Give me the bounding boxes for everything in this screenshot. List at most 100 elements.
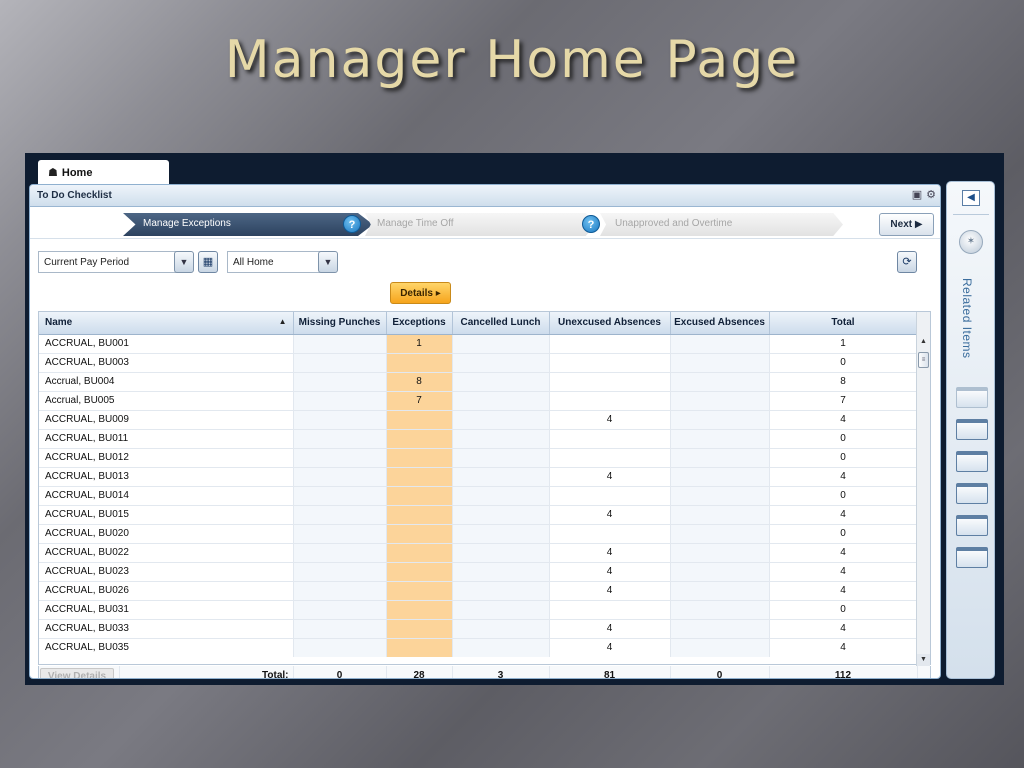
cell-excused-absences — [670, 581, 770, 601]
column-label: Name — [45, 317, 73, 329]
cell-total: 4 — [769, 581, 918, 601]
cell-total: 4 — [769, 619, 918, 639]
table-row[interactable]: ACCRUAL, BU009 4 4 — [39, 410, 918, 430]
cell-name: ACCRUAL, BU014 — [39, 486, 294, 506]
column-header-exceptions[interactable]: Exceptions — [386, 312, 453, 335]
table-row[interactable]: ACCRUAL, BU011 0 — [39, 429, 918, 449]
grid-header-row: Name ▲ Missing Punches Exceptions Cancell… — [39, 312, 918, 335]
tab-home-label: Home — [61, 167, 93, 179]
column-header-name[interactable]: Name ▲ — [39, 312, 294, 335]
cell-missing-punches — [293, 353, 387, 373]
cell-cancelled-lunch — [452, 467, 550, 487]
cell-total: 4 — [769, 410, 918, 430]
cell-missing-punches — [293, 372, 387, 392]
cell-unexcused-absences — [549, 334, 671, 354]
step-manage-time-off[interactable]: Manage Time Off — [365, 213, 595, 236]
cell-cancelled-lunch — [452, 581, 550, 601]
cell-cancelled-lunch — [452, 372, 550, 392]
column-header-total[interactable]: Total — [769, 312, 918, 335]
gear-icon[interactable]: ⚙ — [926, 189, 936, 201]
table-row[interactable]: ACCRUAL, BU031 0 — [39, 600, 918, 620]
cell-exceptions: 7 — [386, 391, 453, 411]
table-row[interactable]: ACCRUAL, BU015 4 4 — [39, 505, 918, 525]
column-header-excused-absences[interactable]: Excused Absences — [670, 312, 770, 335]
table-row[interactable]: ACCRUAL, BU013 4 4 — [39, 467, 918, 487]
next-button[interactable]: Next ▶ — [879, 213, 934, 236]
cell-missing-punches — [293, 429, 387, 449]
cell-name: ACCRUAL, BU031 — [39, 600, 294, 620]
cell-missing-punches — [293, 486, 387, 506]
pin-icon[interactable]: ◀ — [962, 190, 980, 206]
table-row[interactable]: ACCRUAL, BU022 4 4 — [39, 543, 918, 563]
help-icon[interactable]: ? — [582, 215, 600, 233]
cell-excused-absences — [670, 524, 770, 544]
total-unexcused-absences: 81 — [549, 666, 671, 678]
play-icon: ▶ — [914, 219, 923, 230]
cell-name: ACCRUAL, BU033 — [39, 619, 294, 639]
table-row[interactable]: ACCRUAL, BU033 4 4 — [39, 619, 918, 639]
window-icon[interactable] — [956, 483, 988, 504]
table-row[interactable]: ACCRUAL, BU020 0 — [39, 524, 918, 544]
cell-cancelled-lunch — [452, 638, 550, 657]
table-row[interactable]: ACCRUAL, BU012 0 — [39, 448, 918, 468]
table-row[interactable]: ACCRUAL, BU003 0 — [39, 353, 918, 373]
cell-excused-absences — [670, 448, 770, 468]
step-manage-exceptions[interactable]: Manage Exceptions — [123, 213, 373, 236]
table-row[interactable]: Accrual, BU005 7 7 — [39, 391, 918, 411]
totals-row: View Details Total: 0 28 3 81 0 112 — [38, 666, 931, 678]
step-unapproved-overtime[interactable]: Unapproved and Overtime — [600, 213, 843, 236]
refresh-icon[interactable]: ⟳ — [897, 251, 917, 273]
cell-total: 0 — [769, 486, 918, 506]
cell-excused-absences — [670, 486, 770, 506]
cell-unexcused-absences — [549, 353, 671, 373]
cell-missing-punches — [293, 562, 387, 582]
table-row[interactable]: Accrual, BU004 8 8 — [39, 372, 918, 392]
total-total: 112 — [769, 666, 918, 678]
vertical-scrollbar[interactable]: ▲ ≡ ▼ — [916, 312, 930, 666]
calendar-icon[interactable]: ▦ — [198, 251, 218, 273]
pay-period-select[interactable]: Current Pay Period — [38, 251, 177, 273]
table-row[interactable]: ACCRUAL, BU035 4 4 — [39, 638, 918, 657]
cell-excused-absences — [670, 391, 770, 411]
cell-total: 0 — [769, 600, 918, 620]
window-icon[interactable] — [956, 387, 988, 408]
scroll-thumb[interactable]: ≡ — [918, 352, 929, 368]
cell-total: 0 — [769, 353, 918, 373]
globe-icon[interactable]: ✶ — [959, 230, 983, 254]
cell-cancelled-lunch — [452, 353, 550, 373]
view-details-button[interactable]: View Details — [40, 667, 114, 678]
table-row[interactable]: ACCRUAL, BU026 4 4 — [39, 581, 918, 601]
scroll-up-icon[interactable]: ▲ — [917, 336, 930, 348]
chevron-down-icon[interactable]: ▼ — [174, 251, 194, 273]
column-header-cancelled-lunch[interactable]: Cancelled Lunch — [452, 312, 550, 335]
cell-cancelled-lunch — [452, 429, 550, 449]
help-icon[interactable]: ? — [343, 215, 361, 233]
cell-unexcused-absences: 4 — [549, 581, 671, 601]
cell-exceptions — [386, 448, 453, 468]
window-icon[interactable] — [956, 515, 988, 536]
cell-missing-punches — [293, 543, 387, 563]
details-button[interactable]: Details ▸ — [390, 282, 451, 304]
window-icon[interactable] — [956, 419, 988, 440]
table-row[interactable]: ACCRUAL, BU001 1 1 — [39, 334, 918, 354]
cell-name: ACCRUAL, BU035 — [39, 638, 294, 657]
scroll-down-icon[interactable]: ▼ — [917, 654, 930, 666]
chevron-down-icon[interactable]: ▼ — [318, 251, 338, 273]
cell-name: ACCRUAL, BU011 — [39, 429, 294, 449]
column-header-missing-punches[interactable]: Missing Punches — [293, 312, 387, 335]
column-header-unexcused-absences[interactable]: Unexcused Absences — [549, 312, 671, 335]
cell-excused-absences — [670, 410, 770, 430]
cell-exceptions — [386, 638, 453, 657]
window-icon[interactable] — [956, 547, 988, 568]
cell-name: ACCRUAL, BU020 — [39, 524, 294, 544]
cell-total: 8 — [769, 372, 918, 392]
chevron-right-icon: ▸ — [435, 288, 441, 299]
table-row[interactable]: ACCRUAL, BU023 4 4 — [39, 562, 918, 582]
window-icon[interactable] — [956, 451, 988, 472]
table-row[interactable]: ACCRUAL, BU014 0 — [39, 486, 918, 506]
cell-unexcused-absences — [549, 372, 671, 392]
panel-title: To Do Checklist — [37, 190, 112, 201]
location-select[interactable]: All Home — [227, 251, 322, 273]
maximize-icon[interactable]: ▣ — [912, 189, 922, 201]
cell-exceptions — [386, 410, 453, 430]
